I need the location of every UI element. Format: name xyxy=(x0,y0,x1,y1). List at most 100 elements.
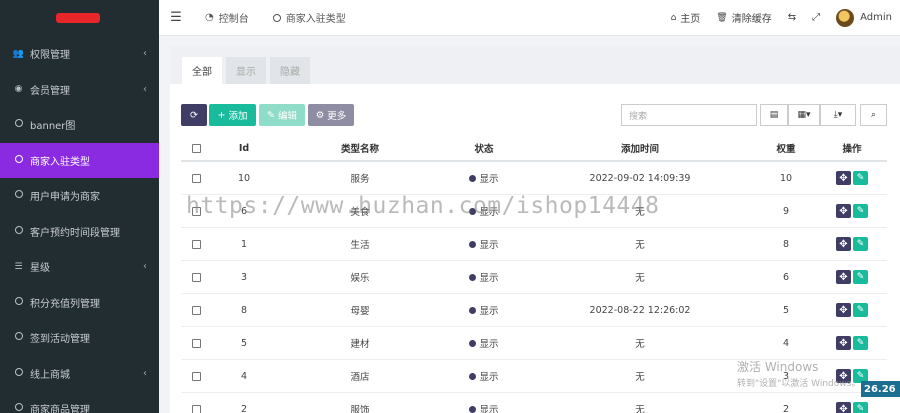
sidebar-item[interactable]: 商家商品管理 xyxy=(0,391,159,413)
col-status[interactable]: 状态 xyxy=(443,136,525,160)
edit-row-button[interactable]: ✎ xyxy=(853,336,868,350)
user-circle-icon: ◉ xyxy=(14,84,23,95)
search-input[interactable]: 搜索 xyxy=(621,104,757,126)
row-checkbox[interactable] xyxy=(191,371,201,381)
edit-row-button[interactable]: ✎ xyxy=(853,270,868,284)
sidebar-item[interactable]: 用户申请为商家 xyxy=(0,178,159,214)
row-checkbox[interactable] xyxy=(191,173,201,183)
tab-shown[interactable]: 显示 xyxy=(226,57,266,84)
cell-weight: 2 xyxy=(782,403,790,413)
cell-ops: ✥ ✎ xyxy=(817,228,887,260)
row-checkbox[interactable] xyxy=(191,239,201,249)
table-row[interactable]: 8 母婴 显示 2022-08-22 12:26:02 5 ✥ ✎ xyxy=(181,294,887,327)
row-checkbox[interactable] xyxy=(191,404,201,413)
user-menu[interactable]: Admin xyxy=(828,8,900,27)
col-name[interactable]: 类型名称 xyxy=(277,136,443,160)
tab-hidden[interactable]: 隐藏 xyxy=(270,57,310,84)
menu-toggle-icon[interactable]: ☰ xyxy=(159,10,193,25)
cell-status: 显示 xyxy=(443,261,525,293)
edit-row-button[interactable]: ✎ xyxy=(853,402,868,413)
table-row[interactable]: 5 建材 显示 无 4 ✥ ✎ xyxy=(181,327,887,360)
edit-label: 编辑 xyxy=(277,111,297,122)
circle-icon xyxy=(12,367,25,379)
sidebar-item[interactable]: 线上商城 ‹ xyxy=(0,356,159,392)
edit-row-button[interactable]: ✎ xyxy=(853,303,868,317)
users-icon: 👥 xyxy=(12,48,25,59)
sidebar-item[interactable]: 积分充值列管理 xyxy=(0,285,159,321)
sidebar-item[interactable]: 客户预约时间段管理 xyxy=(0,214,159,250)
edit-row-button[interactable]: ✎ xyxy=(853,204,868,218)
cell-ops: ✥ ✎ xyxy=(817,294,887,326)
gear-icon: ⚙ xyxy=(315,109,328,121)
row-checkbox[interactable] xyxy=(191,272,201,282)
row-checkbox[interactable] xyxy=(191,338,201,348)
windows-activation-notice: 激活 Windows 转到"设置"以激活 Windows。 xyxy=(737,358,860,389)
cell-name: 酒店 xyxy=(350,372,370,383)
add-button[interactable]: + 添加 xyxy=(209,104,256,126)
drag-handle-icon[interactable]: ✥ xyxy=(836,237,851,251)
drag-handle-icon[interactable]: ✥ xyxy=(836,204,851,218)
drag-handle-icon[interactable]: ✥ xyxy=(836,402,851,413)
refresh-button[interactable]: ⟳ xyxy=(181,104,207,126)
more-button[interactable]: ⚙ 更多 xyxy=(308,104,354,126)
drag-handle-icon[interactable]: ✥ xyxy=(836,336,851,350)
table-row[interactable]: 10 服务 显示 2022-09-02 14:09:39 10 ✥ ✎ xyxy=(181,162,887,195)
logo[interactable] xyxy=(0,0,159,36)
cell-id: 3 xyxy=(240,271,248,283)
cell-ops: ✥ ✎ xyxy=(817,327,887,359)
sidebar-item[interactable]: 👥 权限管理 ‹ xyxy=(0,36,159,72)
status-label: 显示 xyxy=(479,306,499,317)
circle-icon xyxy=(12,225,25,237)
cell-status: 显示 xyxy=(443,360,525,392)
sidebar-item[interactable]: ◉ 会员管理 ‹ xyxy=(0,72,159,108)
table-row[interactable]: 1 生活 显示 无 8 ✥ ✎ xyxy=(181,228,887,261)
cell-id: 1 xyxy=(240,238,248,250)
cell-id: 8 xyxy=(240,304,248,316)
clear-cache-button[interactable]: 🗑 清除缓存 xyxy=(708,10,779,26)
drag-handle-icon[interactable]: ✥ xyxy=(836,171,851,185)
sidebar-item-label: 星级 xyxy=(30,263,50,275)
tab-merchant-type[interactable]: 商家入驻类型 xyxy=(261,0,358,36)
language-icon[interactable]: ⇆ xyxy=(780,12,804,23)
home-link[interactable]: ⌂ 主页 xyxy=(663,10,709,26)
toolbar: ⟳ + 添加 ✎ 编辑 ⚙ 更多 搜索 ▤ ▦▾ ⤓▾ ⌕ xyxy=(181,104,900,126)
cell-status: 显示 xyxy=(443,393,525,413)
cell-weight: 6 xyxy=(782,271,790,283)
tab-all[interactable]: 全部 xyxy=(182,57,222,84)
status-label: 显示 xyxy=(479,273,499,284)
circle-icon xyxy=(272,13,281,22)
drag-handle-icon[interactable]: ✥ xyxy=(836,270,851,284)
export-icon[interactable]: ▤ xyxy=(760,104,788,126)
fullscreen-icon[interactable]: ⤢ xyxy=(804,12,828,23)
search-toggle[interactable]: ⌕ xyxy=(860,104,887,126)
sidebar: 👥 权限管理 ‹ ◉ 会员管理 ‹ banner图 商家入驻类型 用户申请为商家 客户预约时间段管… xyxy=(0,0,159,413)
sidebar-item[interactable]: banner图 xyxy=(0,107,159,143)
home-icon: ⌂ xyxy=(670,12,677,23)
drag-handle-icon[interactable]: ✥ xyxy=(836,303,851,317)
cell-name: 生活 xyxy=(350,240,370,251)
col-weight[interactable]: 权重 xyxy=(755,136,817,160)
table-row[interactable]: 3 娱乐 显示 无 6 ✥ ✎ xyxy=(181,261,887,294)
sidebar-item[interactable]: 签到活动管理 xyxy=(0,320,159,356)
circle-icon xyxy=(12,154,25,166)
select-all-checkbox[interactable] xyxy=(191,143,201,153)
cell-time: 无 xyxy=(635,273,645,284)
edit-row-button[interactable]: ✎ xyxy=(853,237,868,251)
row-checkbox[interactable] xyxy=(191,305,201,315)
col-id[interactable]: Id xyxy=(211,136,277,160)
col-time[interactable]: 添加时间 xyxy=(525,136,755,160)
sidebar-item[interactable]: ☰ 星级 ‹ xyxy=(0,249,159,285)
download-dropdown[interactable]: ⤓▾ xyxy=(820,104,856,126)
sidebar-item[interactable]: 商家入驻类型 xyxy=(0,142,159,178)
columns-dropdown[interactable]: ▦▾ xyxy=(788,104,820,126)
clear-cache-label: 清除缓存 xyxy=(731,14,772,25)
table-row[interactable]: 2 服饰 显示 无 2 ✥ ✎ xyxy=(181,393,887,413)
sidebar-item-label: 线上商城 xyxy=(30,369,70,381)
cell-id: 4 xyxy=(240,370,248,382)
trash-icon: 🗑 xyxy=(716,12,728,23)
edit-button[interactable]: ✎ 编辑 xyxy=(259,104,305,126)
tab-dashboard[interactable]: ◔ 控制台 xyxy=(193,0,261,36)
circle-icon xyxy=(12,332,25,343)
edit-row-button[interactable]: ✎ xyxy=(853,171,868,185)
circle-icon xyxy=(12,403,25,413)
